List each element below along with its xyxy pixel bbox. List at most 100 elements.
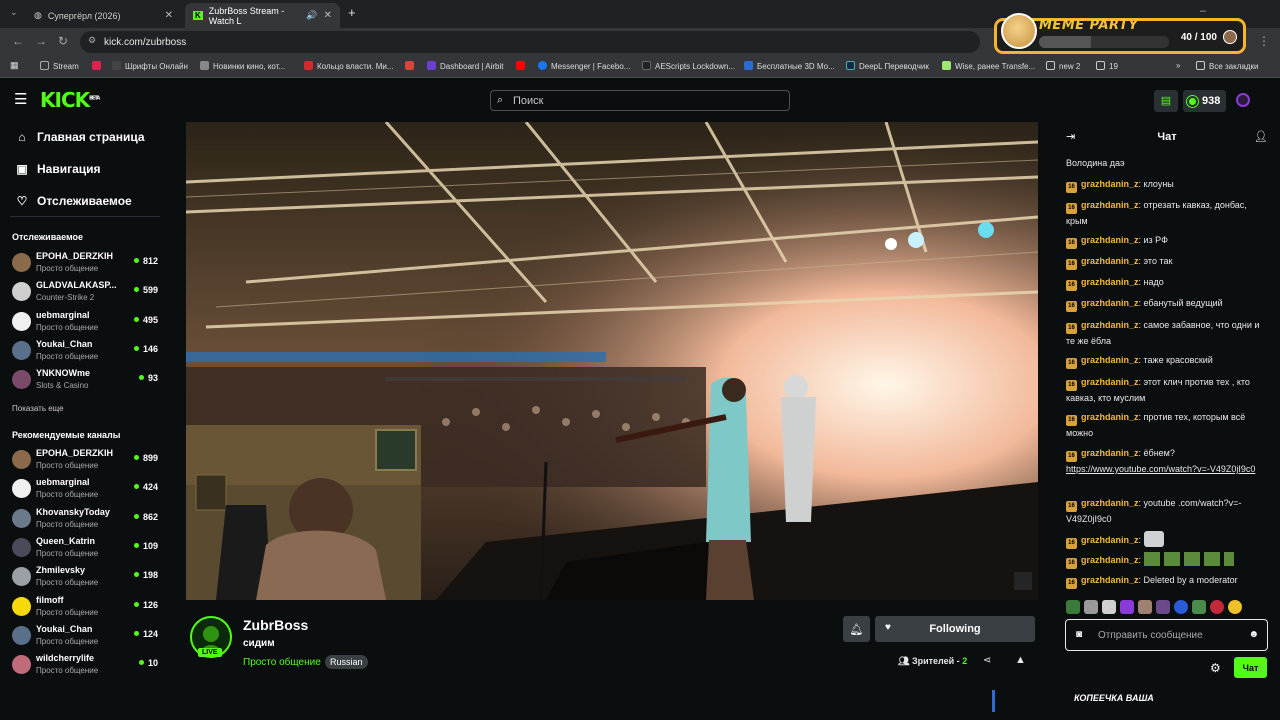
back-icon[interactable]: ← bbox=[12, 34, 24, 48]
chat-username[interactable]: grazhdanin_z bbox=[1081, 298, 1139, 308]
bookmark-item[interactable]: Бесплатные 3D Мо... bbox=[744, 61, 835, 71]
sidebar-channel[interactable]: KhovanskyToday Просто общение 862 bbox=[10, 506, 160, 534]
nav-home[interactable]: ⌂ Главная страница bbox=[16, 130, 144, 144]
nav-browse[interactable]: ▣ Навигация bbox=[16, 162, 100, 176]
emote-icon[interactable] bbox=[1120, 600, 1134, 614]
emote-icon[interactable] bbox=[1084, 600, 1098, 614]
sidebar-channel[interactable]: wildcherrylife Просто общение 10 bbox=[10, 652, 160, 680]
chat-username[interactable]: grazhdanin_z bbox=[1081, 256, 1139, 266]
chat-username[interactable]: grazhdanin_z bbox=[1081, 200, 1139, 210]
chat-message: 16 grazhdanin_z: youtube .com/watch?v=-V4… bbox=[1066, 498, 1242, 524]
menu-icon[interactable]: ☰ bbox=[14, 90, 27, 108]
emoji-icon[interactable]: ☻ bbox=[1248, 629, 1259, 640]
sidebar-channel[interactable]: EPOHA_DERZKIH Просто общение 812 bbox=[10, 250, 160, 278]
viewer-count: 862 bbox=[134, 512, 158, 522]
nav-following[interactable]: ♡ Отслеживаемое bbox=[16, 194, 132, 208]
site-info-icon[interactable]: ⚙ bbox=[88, 35, 96, 46]
emote-icon[interactable] bbox=[1228, 600, 1242, 614]
bookmark-item[interactable]: Wise, ранее Transfe... bbox=[942, 61, 1035, 71]
sidebar-channel[interactable]: filmoff Просто общение 126 bbox=[10, 594, 160, 622]
browser-tab-1[interactable]: ◍ Супергёрл (2026) ✕ bbox=[26, 3, 181, 28]
forward-icon[interactable]: → bbox=[35, 34, 47, 48]
bookmark-item[interactable]: Шрифты Онлайн bbox=[112, 61, 188, 71]
sidebar-channel[interactable]: GLADVALAKASP... Counter-Strike 2 599 bbox=[10, 279, 160, 307]
chat-username[interactable]: grazhdanin_z bbox=[1081, 377, 1139, 387]
chat-link[interactable]: https://www.youtube.com/watch?v=-V49Z0jI… bbox=[1066, 464, 1255, 474]
bookmark-folder[interactable]: new 2 bbox=[1046, 61, 1080, 71]
channel-avatar bbox=[12, 508, 31, 528]
speaker-icon[interactable]: 🔊 bbox=[306, 10, 317, 21]
show-more-link[interactable]: Показать еще bbox=[12, 404, 64, 413]
minimize-button[interactable]: – bbox=[1200, 5, 1206, 17]
close-tab-icon[interactable]: ✕ bbox=[324, 10, 332, 21]
reload-icon[interactable]: ↻ bbox=[58, 34, 68, 48]
bookmark-folder[interactable]: 19 bbox=[1096, 61, 1118, 71]
sidebar-channel[interactable]: YNKNOWme Slots & Casino 93 bbox=[10, 367, 160, 395]
coins-button[interactable]: 938 bbox=[1183, 90, 1226, 112]
bookmark-item[interactable]: Messenger | Facebo... bbox=[538, 61, 630, 71]
chat-input[interactable]: ◙ Отправить сообщение ☻ bbox=[1065, 619, 1268, 651]
sidebar-channel[interactable]: Youkai_Chan Просто общение 124 bbox=[10, 623, 160, 651]
tab-search-icon[interactable]: ⌄ bbox=[10, 7, 18, 18]
browser-menu-icon[interactable]: ⋮ bbox=[1258, 34, 1270, 48]
stream-manager-icon[interactable]: ▤ bbox=[1154, 90, 1178, 112]
new-tab-button[interactable]: + bbox=[348, 5, 356, 20]
settings-icon[interactable]: ⚙ bbox=[1210, 661, 1221, 675]
user-avatar[interactable] bbox=[1236, 93, 1250, 107]
chat-message: 16 grazhdanin_z: против тех, которым всё … bbox=[1066, 412, 1246, 438]
bookmark-item[interactable] bbox=[516, 61, 529, 71]
chat-username[interactable]: grazhdanin_z bbox=[1081, 412, 1139, 422]
bookmark-item[interactable]: DeepL Переводчик bbox=[846, 61, 929, 71]
close-tab-icon[interactable]: ✕ bbox=[165, 10, 173, 21]
chat-username[interactable]: grazhdanin_z bbox=[1081, 575, 1139, 585]
chat-username[interactable]: grazhdanin_z bbox=[1081, 235, 1139, 245]
emote-icon[interactable] bbox=[1138, 600, 1152, 614]
sidebar-channel[interactable]: Zhmilevsky Просто общение 198 bbox=[10, 564, 160, 592]
chat-send-button[interactable]: Чат bbox=[1234, 657, 1267, 678]
bookmark-item[interactable]: Stream bbox=[40, 61, 79, 71]
emote-icon[interactable] bbox=[1066, 600, 1080, 614]
report-icon[interactable]: ▲ bbox=[1015, 654, 1026, 666]
more-bookmarks-icon[interactable]: » bbox=[1176, 61, 1180, 70]
notification-bell-button[interactable]: 🔔︎ bbox=[843, 616, 870, 642]
bookmark-item[interactable]: Dashboard | Airbit bbox=[427, 61, 503, 71]
chat-users-icon[interactable]: 👤︎ bbox=[1254, 130, 1268, 143]
chat-username[interactable]: grazhdanin_z bbox=[1081, 277, 1139, 287]
language-tag[interactable]: Russian bbox=[325, 655, 368, 669]
emote-icon[interactable] bbox=[1156, 600, 1170, 614]
bookmark-folder[interactable]: Все закладки bbox=[1196, 61, 1258, 71]
search-input[interactable]: ⌕ Поиск bbox=[490, 90, 790, 111]
chat-username[interactable]: grazhdanin_z bbox=[1081, 498, 1139, 508]
url-field[interactable]: ⚙ kick.com/zubrboss bbox=[80, 31, 980, 53]
share-icon[interactable]: ⋖ bbox=[983, 655, 991, 666]
sidebar-channel[interactable]: uebmarginal Просто общение 495 bbox=[10, 309, 160, 337]
bookmark-item[interactable]: Новинки кино, кот... bbox=[200, 61, 285, 71]
kick-logo[interactable]: KICKBETA bbox=[40, 88, 100, 112]
chat-username[interactable]: grazhdanin_z bbox=[1081, 320, 1139, 330]
emote-icon[interactable] bbox=[1174, 600, 1188, 614]
sidebar-channel[interactable]: EPOHA_DERZKIH Просто общение 899 bbox=[10, 447, 160, 475]
viewer-count: 93 bbox=[139, 373, 158, 383]
sidebar-channel[interactable]: Queen_Katrin Просто общение 109 bbox=[10, 535, 160, 563]
bookmark-item[interactable] bbox=[92, 61, 105, 71]
viewer-count: 126 bbox=[134, 600, 158, 610]
stream-category[interactable]: Просто общение bbox=[243, 657, 321, 668]
chat-message: 16 grazhdanin_z: самое забавное, что одни… bbox=[1066, 320, 1260, 346]
emote-icon[interactable] bbox=[1192, 600, 1206, 614]
channel-name[interactable]: ZubrBoss bbox=[243, 617, 308, 633]
emote-icon[interactable] bbox=[1210, 600, 1224, 614]
following-button[interactable]: ♥ Following bbox=[875, 616, 1035, 642]
bookmark-item[interactable] bbox=[405, 61, 418, 71]
bookmark-item[interactable]: AEScripts Lockdown... bbox=[642, 61, 735, 71]
chat-username[interactable]: grazhdanin_z bbox=[1081, 179, 1139, 189]
chat-username[interactable]: grazhdanin_z bbox=[1081, 355, 1139, 365]
bookmark-item[interactable]: Кольцо власти. Ми... bbox=[304, 61, 394, 71]
chat-username[interactable]: grazhdanin_z bbox=[1081, 535, 1139, 545]
browser-tab-2[interactable]: K ZubrBoss Stream - Watch L 🔊 ✕ bbox=[185, 3, 340, 28]
apps-icon[interactable]: ▦ bbox=[10, 60, 19, 71]
emote-icon[interactable] bbox=[1102, 600, 1116, 614]
sidebar-channel[interactable]: Youkai_Chan Просто общение 146 bbox=[10, 338, 160, 366]
chat-username[interactable]: grazhdanin_z bbox=[1081, 448, 1139, 458]
sidebar-channel[interactable]: uebmarginal Просто общение 424 bbox=[10, 476, 160, 504]
chat-username[interactable]: grazhdanin_z bbox=[1081, 555, 1139, 565]
